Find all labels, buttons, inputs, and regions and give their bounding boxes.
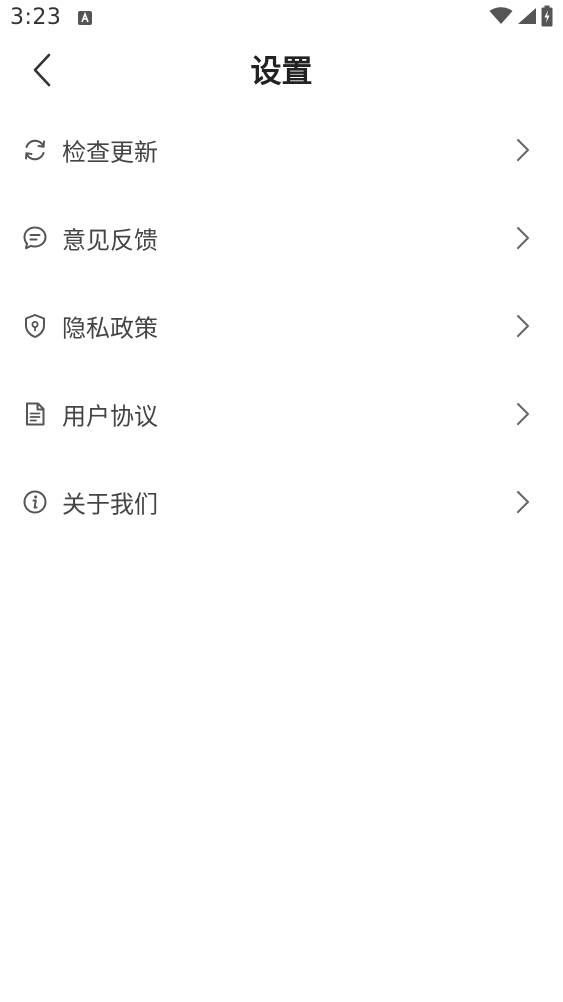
settings-item-about-us[interactable]: 关于我们 [0, 458, 563, 546]
settings-item-label: 隐私政策 [62, 314, 158, 343]
settings-item-check-update[interactable]: 检查更新 [0, 106, 563, 194]
settings-item-user-agreement[interactable]: 用户协议 [0, 370, 563, 458]
settings-item-label: 关于我们 [62, 490, 158, 519]
status-indicators [489, 5, 553, 31]
status-time: 3:23 [10, 5, 62, 30]
cell-signal-icon [517, 7, 537, 29]
chevron-right-icon [513, 312, 533, 340]
chevron-right-icon [513, 400, 533, 428]
settings-item-feedback[interactable]: 意见反馈 [0, 194, 563, 282]
chevron-right-icon [513, 224, 533, 252]
chat-bubble-icon [22, 225, 48, 251]
refresh-icon [22, 137, 48, 163]
document-icon [22, 401, 48, 427]
settings-item-label: 用户协议 [62, 402, 158, 431]
settings-item-label: 检查更新 [62, 138, 158, 167]
status-bar: 3:23 [0, 0, 563, 36]
wifi-icon [489, 7, 513, 29]
battery-charging-icon [541, 5, 553, 31]
a-letter-icon [77, 10, 93, 26]
page-title: 设置 [250, 54, 313, 90]
chevron-right-icon [513, 136, 533, 164]
info-icon [22, 489, 48, 515]
header: 设置 [0, 36, 563, 108]
settings-list: 检查更新 意见反馈 隐私政策 用户协议 关于我们 [0, 106, 563, 546]
chevron-right-icon [513, 488, 533, 516]
settings-item-label: 意见反馈 [62, 226, 158, 255]
settings-item-privacy-policy[interactable]: 隐私政策 [0, 282, 563, 370]
shield-icon [22, 313, 48, 339]
